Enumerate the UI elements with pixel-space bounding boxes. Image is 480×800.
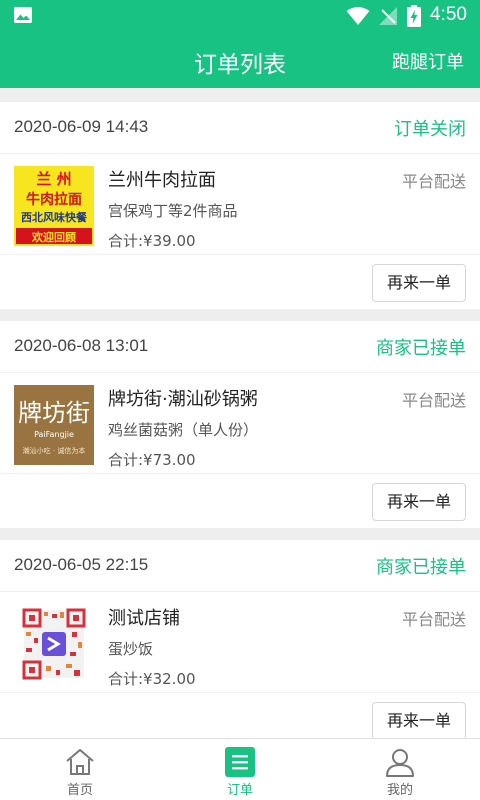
order-time: 2020-06-08 13:01 (14, 336, 149, 355)
order-time: 2020-06-09 14:43 (14, 117, 149, 136)
order-status: 商家已接单 (376, 338, 466, 359)
delivery-type: 平台配送 (401, 172, 466, 191)
order-items: 鸡丝菌菇粥（单人份） (108, 421, 259, 439)
shop-name[interactable]: 牌坊街·潮汕砂锅粥 (108, 385, 258, 411)
delivery-type: 平台配送 (401, 610, 466, 629)
order-total: 合计:¥39.00 (108, 232, 196, 250)
order-list[interactable]: 2020-06-09 14:43 订单关闭 兰 州 牛肉拉面 西北风味快餐 欢迎… (0, 88, 480, 738)
delivery-type: 平台配送 (401, 391, 466, 410)
order-time: 2020-06-05 22:15 (14, 555, 149, 574)
bottom-tab-bar: 首页 订单 我的 (0, 738, 480, 800)
errand-orders-button[interactable]: 跑腿订单 (392, 48, 464, 74)
orders-icon (225, 747, 255, 777)
order-header: 2020-06-09 14:43 订单关闭 (0, 102, 480, 154)
order-header: 2020-06-08 13:01 商家已接单 (0, 321, 480, 373)
order-items: 蛋炒饭 (108, 640, 154, 658)
tab-label: 首页 (66, 783, 93, 798)
shop-name[interactable]: 兰州牛肉拉面 (108, 166, 216, 192)
order-status: 商家已接单 (376, 557, 466, 578)
divider (0, 692, 480, 693)
tab-label: 我的 (386, 783, 413, 798)
reorder-button[interactable]: 再来一单 (372, 264, 466, 302)
order-card[interactable]: 2020-06-05 22:15 商家已接单 测试店铺 平台配送 蛋炒饭 合计:… (0, 540, 480, 738)
shop-logo: 兰 州 牛肉拉面 西北风味快餐 欢迎回顾 (14, 166, 94, 246)
logo-text: 牛肉拉面 (26, 191, 82, 208)
image-icon (14, 7, 32, 23)
order-status: 订单关闭 (394, 119, 466, 140)
wifi-icon (346, 7, 370, 25)
tab-profile[interactable]: 我的 (320, 739, 480, 800)
profile-icon (386, 749, 414, 777)
home-icon (66, 749, 94, 775)
tab-orders[interactable]: 订单 (160, 739, 320, 800)
tab-home[interactable]: 首页 (0, 739, 160, 800)
order-total: 合计:¥73.00 (108, 451, 196, 469)
app-bar: 订单列表 跑腿订单 (0, 32, 480, 88)
logo-text: 欢迎回顾 (31, 230, 76, 244)
battery-charging-icon (407, 5, 421, 27)
shop-logo: 牌坊街 PaiFangjie 潮汕小吃 · 诚信为本 (14, 385, 94, 465)
logo-text: PaiFangjie (34, 430, 74, 439)
divider (0, 473, 480, 474)
logo-text: 潮汕小吃 · 诚信为本 (23, 446, 86, 455)
tab-label: 订单 (226, 783, 253, 798)
reorder-button[interactable]: 再来一单 (372, 702, 466, 738)
signal-icon (379, 7, 397, 25)
reorder-button[interactable]: 再来一单 (372, 483, 466, 521)
divider (0, 254, 480, 255)
order-items: 宫保鸡丁等2件商品 (108, 202, 238, 220)
logo-text: 牌坊街 (18, 399, 90, 427)
logo-text: 西北风味快餐 (21, 210, 88, 224)
clock: 4:50 (430, 4, 467, 25)
shop-logo-qr-code (14, 604, 94, 684)
order-card[interactable]: 2020-06-08 13:01 商家已接单 牌坊街 PaiFangjie 潮汕… (0, 321, 480, 528)
order-total: 合计:¥32.00 (108, 670, 196, 688)
order-header: 2020-06-05 22:15 商家已接单 (0, 540, 480, 592)
shop-name[interactable]: 测试店铺 (108, 604, 180, 630)
order-card[interactable]: 2020-06-09 14:43 订单关闭 兰 州 牛肉拉面 西北风味快餐 欢迎… (0, 102, 480, 309)
status-bar: 4:50 (0, 0, 480, 32)
logo-text: 兰 州 (36, 170, 71, 188)
